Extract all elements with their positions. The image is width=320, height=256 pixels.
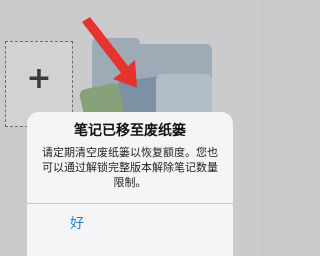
ok-button[interactable]: 好 [27, 204, 127, 244]
dialog-title: 笔记已移至废纸篓 [74, 123, 186, 139]
dialog-message: 请定期清空废纸篓以恢复额度。您也可以通过解锁完整版本解除笔记数量限制。 [42, 146, 218, 189]
alert-dialog: 笔记已移至废纸篓 请定期清空废纸篓以恢复额度。您也可以通过解锁完整版本解除笔记数… [27, 112, 233, 256]
